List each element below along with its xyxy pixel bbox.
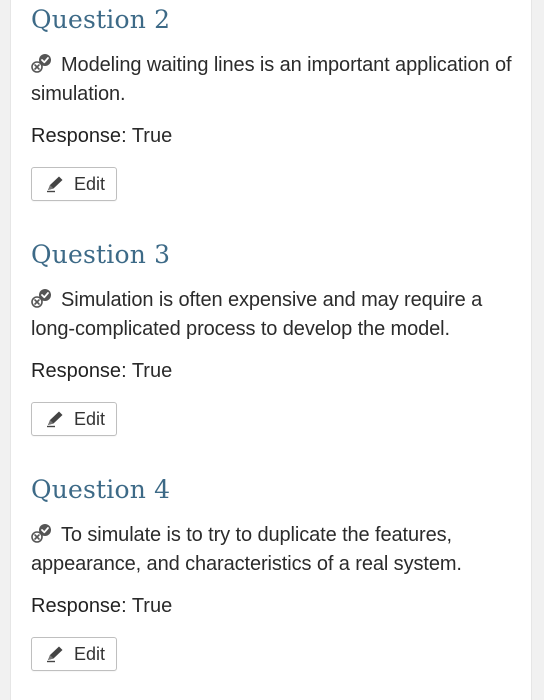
questions-card: Question 2 Modeling waiting lines is an … [10, 0, 532, 700]
question-text-block: To simulate is to try to duplicate the f… [31, 521, 521, 579]
response-separator: : [121, 360, 127, 382]
response-line: Response: True [31, 122, 521, 150]
edit-label: Edit [74, 173, 106, 194]
question-3: Question 3 Simulation is often expensive… [31, 240, 521, 436]
question-4: Question 4 To simulate is to try to dupl… [31, 475, 521, 671]
response-value: True [131, 360, 173, 382]
response-separator: : [121, 125, 127, 147]
question-text: To simulate is to try to duplicate the f… [31, 524, 462, 575]
response-line: Response: True [31, 592, 521, 620]
response-label: Response [31, 595, 122, 617]
question-title: Question 4 [31, 475, 171, 504]
pencil-icon [47, 411, 63, 428]
response-line: Response: True [31, 357, 521, 385]
question-title: Question 3 [31, 240, 171, 269]
question-2: Question 2 Modeling waiting lines is an … [31, 5, 521, 201]
response-label: Response [31, 360, 122, 382]
edit-label: Edit [74, 643, 106, 664]
question-text-block: Modeling waiting lines is an important a… [31, 51, 521, 109]
edit-button[interactable]: Edit [31, 402, 117, 436]
check-cross-status-icon [31, 524, 51, 543]
edit-label: Edit [74, 408, 106, 429]
question-title: Question 2 [31, 5, 171, 34]
edit-button[interactable]: Edit [31, 167, 117, 201]
check-cross-status-icon [31, 289, 51, 308]
question-text: Simulation is often expensive and may re… [31, 289, 483, 340]
edit-button[interactable]: Edit [31, 637, 117, 671]
question-text-block: Simulation is often expensive and may re… [31, 286, 521, 344]
response-label: Response [31, 125, 122, 147]
pencil-icon [47, 646, 63, 663]
response-value: True [131, 595, 173, 617]
pencil-icon [47, 176, 63, 193]
check-cross-status-icon [31, 54, 51, 73]
response-separator: : [121, 595, 127, 617]
question-text: Modeling waiting lines is an important a… [31, 54, 512, 105]
response-value: True [131, 125, 173, 147]
